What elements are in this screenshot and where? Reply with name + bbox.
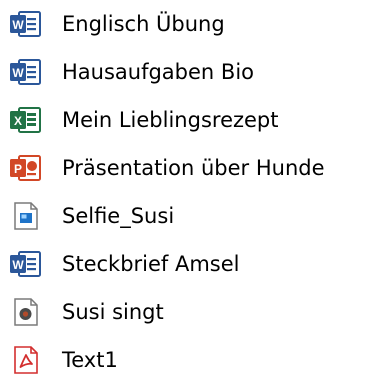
file-item-praesentation-ueber-hunde[interactable]: P Präsentation über Hunde	[8, 148, 368, 188]
excel-spreadsheet-icon: X	[8, 105, 42, 135]
word-document-icon: W	[8, 249, 42, 279]
file-name: Text1	[62, 348, 118, 372]
file-name: Englisch Übung	[62, 12, 225, 36]
file-list: W Englisch Übung W Hausaufgaben Bio X Me…	[0, 0, 376, 385]
file-name: Hausaufgaben Bio	[62, 60, 255, 84]
file-item-text1[interactable]: Text1	[8, 340, 368, 380]
word-document-icon: W	[8, 57, 42, 87]
svg-text:W: W	[12, 258, 24, 272]
file-item-hausaufgaben-bio[interactable]: W Hausaufgaben Bio	[8, 52, 368, 92]
svg-text:W: W	[12, 66, 24, 80]
file-name: Selfie_Susi	[62, 204, 175, 228]
file-name: Mein Lieblingsrezept	[62, 108, 279, 132]
file-item-susi-singt[interactable]: Susi singt	[8, 292, 368, 332]
file-item-mein-lieblingsrezept[interactable]: X Mein Lieblingsrezept	[8, 100, 368, 140]
audio-file-icon	[8, 297, 42, 327]
file-name: Susi singt	[62, 300, 164, 324]
svg-text:W: W	[12, 18, 24, 32]
file-item-englisch-uebung[interactable]: W Englisch Übung	[8, 4, 368, 44]
file-name: Präsentation über Hunde	[62, 156, 325, 180]
file-item-selfie-susi[interactable]: Selfie_Susi	[8, 196, 368, 236]
svg-text:P: P	[14, 162, 22, 176]
pdf-file-icon	[8, 345, 42, 375]
image-file-icon	[8, 201, 42, 231]
powerpoint-presentation-icon: P	[8, 153, 42, 183]
svg-text:X: X	[14, 114, 22, 128]
word-document-icon: W	[8, 9, 42, 39]
file-name: Steckbrief Amsel	[62, 252, 240, 276]
file-item-steckbrief-amsel[interactable]: W Steckbrief Amsel	[8, 244, 368, 284]
